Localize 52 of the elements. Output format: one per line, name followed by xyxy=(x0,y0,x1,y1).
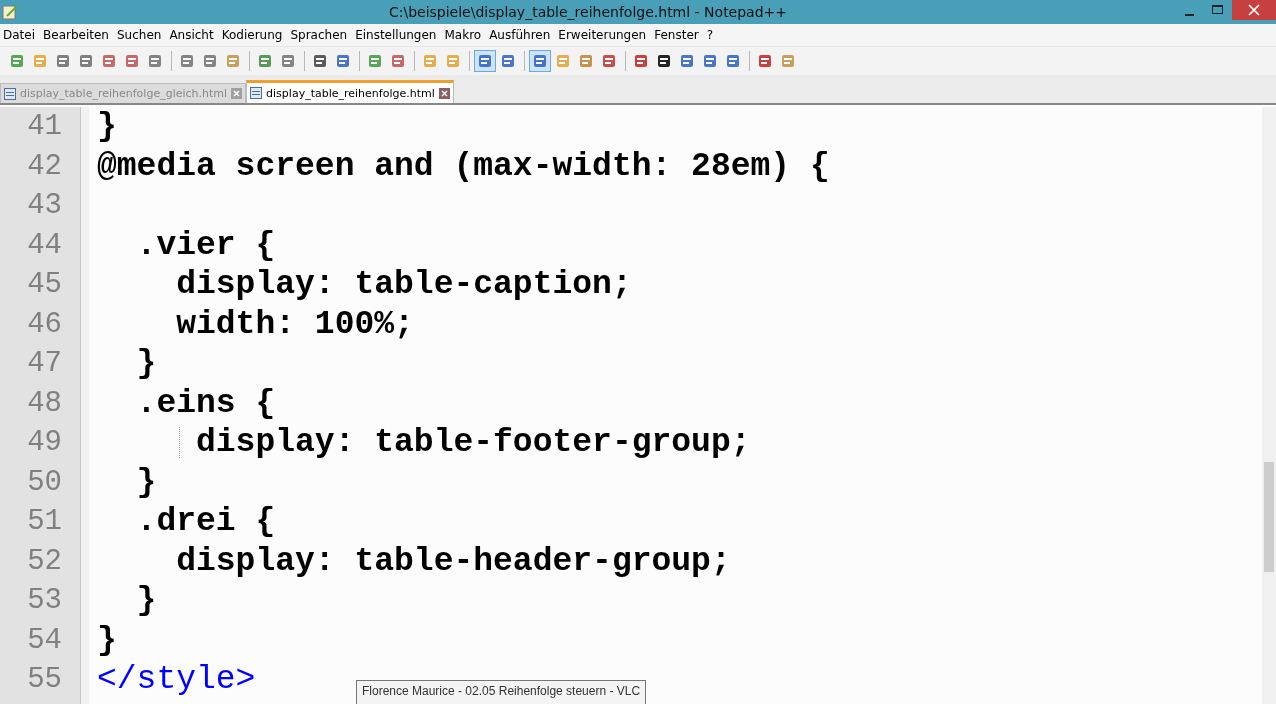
scrollbar-thumb[interactable] xyxy=(1264,462,1274,572)
menu-item[interactable]: Suchen xyxy=(115,28,169,42)
menu-item[interactable]: Erweiterungen xyxy=(557,28,654,42)
line-number: 51 xyxy=(26,504,63,540)
code-line: } xyxy=(135,345,157,382)
notepad-icon xyxy=(2,4,18,20)
line-number: 49 xyxy=(26,425,63,461)
code-line: @media screen and (max-width: 28em) { xyxy=(97,147,830,185)
line-number: 44 xyxy=(26,227,63,264)
line-number: 54 xyxy=(26,622,63,659)
code-line: } xyxy=(135,463,157,501)
menu-item[interactable]: Kodierung xyxy=(220,28,290,42)
line-number: 53 xyxy=(26,583,63,619)
code-line: .drei { xyxy=(135,503,276,540)
line-number: 47 xyxy=(26,346,63,382)
menu-item[interactable]: Sprachen xyxy=(289,28,355,42)
line-number: 45 xyxy=(26,267,63,303)
window-title: C:\beispiele\display_table_reihenfolge.html - Notepad++ xyxy=(387,4,789,20)
code-line: </style> xyxy=(97,661,256,698)
line-number: 55 xyxy=(26,662,63,698)
line-number: 42 xyxy=(26,148,63,185)
menu-item[interactable]: Ansicht xyxy=(168,28,221,42)
file-tab[interactable]: display_table_reihenfolge.html xyxy=(246,80,454,103)
menu-item[interactable]: Einstellungen xyxy=(354,28,444,42)
close-tab-icon[interactable] xyxy=(438,87,450,99)
line-number: 50 xyxy=(26,464,63,501)
menu-item[interactable]: Datei xyxy=(2,28,42,42)
file-icon xyxy=(4,87,16,100)
menu-item[interactable]: ? xyxy=(705,28,721,42)
line-number: 52 xyxy=(26,543,63,580)
line-number: 43 xyxy=(26,188,63,224)
line-number: 48 xyxy=(26,385,63,422)
menu-item[interactable]: Makro xyxy=(443,28,489,42)
code-line: } xyxy=(97,621,117,659)
code-line: } xyxy=(135,582,157,619)
code-line: .vier { xyxy=(135,226,276,264)
code-line: .eins { xyxy=(135,384,276,422)
line-number: 46 xyxy=(26,306,63,343)
menu-item[interactable]: Bearbeiten xyxy=(42,28,116,42)
file-icon xyxy=(250,87,263,99)
scrollbar[interactable] xyxy=(1262,107,1276,704)
menu-item[interactable]: Ausführen xyxy=(488,28,558,42)
menu-item[interactable]: Fenster xyxy=(653,28,706,42)
tooltip: Florence Maurice - 02.05 Reihenfolge steuern - VLC xyxy=(356,680,647,704)
code-line: display: table-footer-group; xyxy=(195,424,751,461)
close-icon[interactable] xyxy=(1232,0,1276,20)
close-tab-icon[interactable] xyxy=(231,88,243,99)
code-line: display: table-header-group; xyxy=(175,542,731,580)
line-number: 41 xyxy=(26,109,63,145)
code-line: display: table-caption; xyxy=(175,266,632,303)
code-line: width: 100%; xyxy=(175,305,414,343)
code-line: } xyxy=(97,108,117,145)
